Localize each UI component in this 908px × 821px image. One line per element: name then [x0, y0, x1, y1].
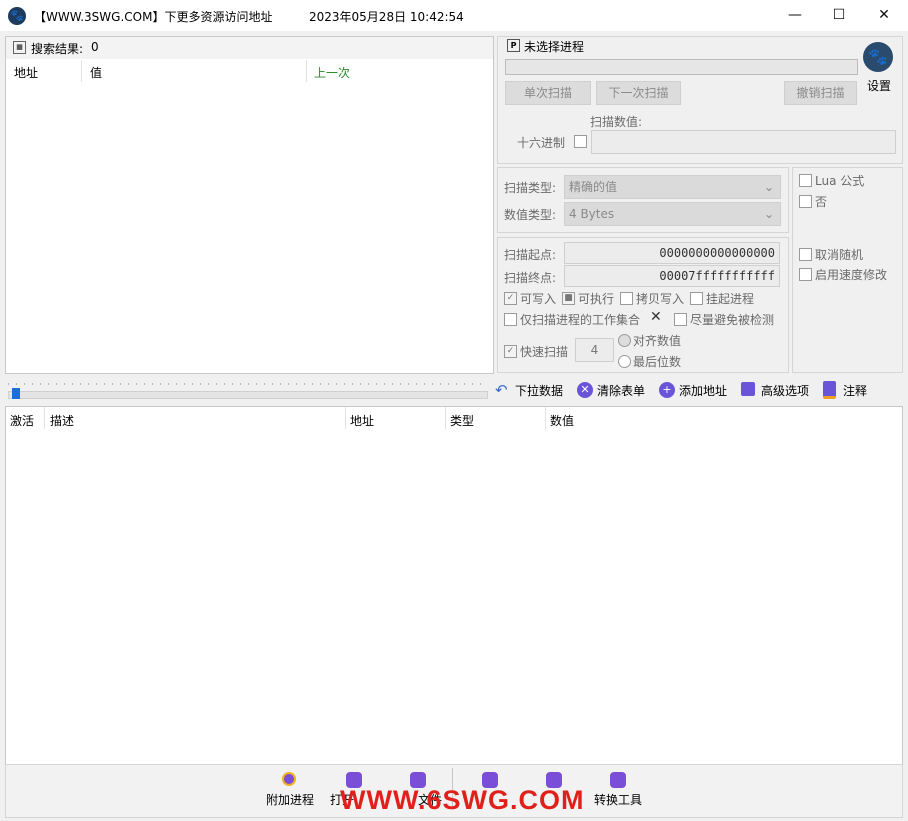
cube-icon — [610, 772, 626, 788]
address-column-type[interactable]: 类型 — [450, 412, 474, 429]
column-divider — [345, 407, 346, 429]
convert-tool-button[interactable]: 转换工具 — [594, 791, 642, 808]
pull-data-button[interactable]: 下拉数据 — [515, 382, 563, 399]
avoid-detect-checkbox[interactable] — [674, 313, 687, 326]
address-column-value[interactable]: 数值 — [550, 412, 574, 429]
executable-label: 可执行 — [578, 292, 615, 306]
last-digits-radio[interactable] — [618, 355, 631, 368]
attach-process-icon — [282, 772, 296, 786]
add-plus-icon: + — [659, 382, 675, 398]
attach-process-button[interactable]: 附加进程 — [266, 791, 314, 808]
address-column-address[interactable]: 地址 — [350, 412, 374, 429]
advanced-grid-icon — [741, 382, 755, 396]
working-set-label: 仅扫描进程的工作集合 — [520, 313, 641, 327]
speedhack-checkbox[interactable] — [799, 268, 812, 281]
last-digits-label: 最后位数 — [633, 355, 682, 369]
results-panel[interactable]: ▦ 搜索结果: 0 地址 值 上一次 — [5, 36, 494, 374]
process-label: 未选择进程 — [524, 40, 585, 54]
copy-on-write-checkbox[interactable] — [620, 292, 633, 305]
window-title: 【WWW.3SWG.COM】下更多资源访问地址 — [34, 10, 273, 24]
fast-scan-label: 快速扫描 — [520, 345, 569, 359]
undo-scan-button[interactable]: 撤销扫描 — [784, 81, 857, 105]
scan-start-input[interactable]: 0000000000000000 — [564, 242, 780, 264]
results-grid-icon: ▦ — [13, 41, 26, 54]
settings-label[interactable]: 设置 — [867, 77, 891, 94]
fast-scan-input[interactable]: 4 — [575, 338, 614, 362]
settings-paw-icon[interactable]: 🐾 — [863, 42, 893, 72]
scan-value-label: 扫描数值: — [590, 115, 643, 129]
column-divider — [306, 60, 307, 82]
process-icon[interactable]: P — [507, 39, 520, 52]
scan-progress-bar — [505, 59, 858, 75]
scan-type-label: 扫描类型: — [504, 181, 557, 195]
first-scan-button[interactable]: 单次扫描 — [505, 81, 591, 105]
scan-end-input[interactable]: 00007fffffffffff — [564, 265, 780, 287]
app-paw-icon[interactable]: 🐾 — [8, 7, 26, 25]
column-divider — [81, 60, 82, 82]
value-type-select[interactable]: 4 Bytes ⌄ — [564, 202, 781, 226]
clear-x-icon: ✕ — [577, 382, 593, 398]
lua-label: Lua 公式 — [815, 174, 865, 188]
unrandomizer-checkbox[interactable] — [799, 248, 812, 261]
working-set-checkbox[interactable] — [504, 313, 517, 326]
hex-checkbox[interactable] — [574, 135, 587, 148]
scan-type-select[interactable]: 精确的值 ⌄ — [564, 175, 781, 199]
address-column-active[interactable]: 激活 — [10, 412, 34, 429]
add-address-button[interactable]: 添加地址 — [679, 382, 727, 399]
unrandomizer-label: 取消随机 — [815, 248, 864, 262]
comments-button[interactable]: 注释 — [843, 382, 867, 399]
slider-ticks — [8, 383, 486, 385]
chevron-down-icon: ⌄ — [763, 207, 774, 221]
chevron-down-icon: ⌄ — [763, 180, 774, 194]
suspend-label: 挂起进程 — [706, 292, 755, 306]
column-previous[interactable]: 上一次 — [314, 64, 350, 81]
minimize-button[interactable]: — — [772, 0, 818, 31]
next-scan-button[interactable]: 下一次扫描 — [596, 81, 681, 105]
address-list-panel[interactable] — [5, 406, 903, 765]
avoid-detect-label: 尽量避免被检测 — [690, 313, 775, 327]
suspend-checkbox[interactable] — [690, 292, 703, 305]
advanced-options-button[interactable]: 高级选项 — [761, 382, 809, 399]
undo-arrow-icon: ↶ — [495, 381, 508, 399]
not-label: 否 — [815, 195, 828, 209]
writable-label: 可写入 — [520, 292, 557, 306]
close-button[interactable]: ✕ — [861, 0, 907, 31]
slider-track — [8, 391, 488, 399]
executable-checkbox[interactable]: ■ — [562, 292, 575, 305]
clear-list-button[interactable]: 清除表单 — [597, 382, 645, 399]
close-x-icon[interactable]: ✕ — [650, 309, 662, 325]
results-count: 0 — [91, 40, 99, 54]
writable-checkbox[interactable]: ✓ — [504, 292, 517, 305]
scan-type-value: 精确的值 — [569, 180, 618, 194]
align-label: 对齐数值 — [633, 334, 682, 348]
window-datetime: 2023年05月28日 10:42:54 — [309, 10, 464, 24]
lua-checkbox[interactable] — [799, 174, 812, 187]
value-type-label: 数值类型: — [504, 208, 557, 222]
column-divider — [44, 407, 45, 429]
speedhack-label: 启用速度修改 — [815, 268, 888, 282]
scan-value-input[interactable] — [591, 130, 896, 154]
fast-scan-checkbox[interactable]: ✓ — [504, 345, 517, 358]
address-column-description[interactable]: 描述 — [50, 412, 74, 429]
note-icon — [823, 381, 836, 399]
watermark-text: WWW.6SWG.COM — [340, 785, 585, 815]
hex-label: 十六进制 — [517, 136, 566, 150]
value-type-value: 4 Bytes — [569, 207, 615, 221]
align-radio[interactable] — [618, 334, 631, 347]
maximize-button[interactable]: ☐ — [816, 0, 862, 31]
copy-on-write-label: 拷贝写入 — [636, 292, 685, 306]
column-divider — [445, 407, 446, 429]
column-divider — [545, 407, 546, 429]
column-value[interactable]: 值 — [90, 64, 102, 81]
scan-end-label: 扫描终点: — [504, 271, 557, 285]
column-address[interactable]: 地址 — [14, 64, 38, 81]
results-label: 搜索结果: — [31, 42, 84, 56]
scan-start-label: 扫描起点: — [504, 248, 557, 262]
not-checkbox[interactable] — [799, 195, 812, 208]
slider-thumb[interactable] — [12, 388, 20, 399]
